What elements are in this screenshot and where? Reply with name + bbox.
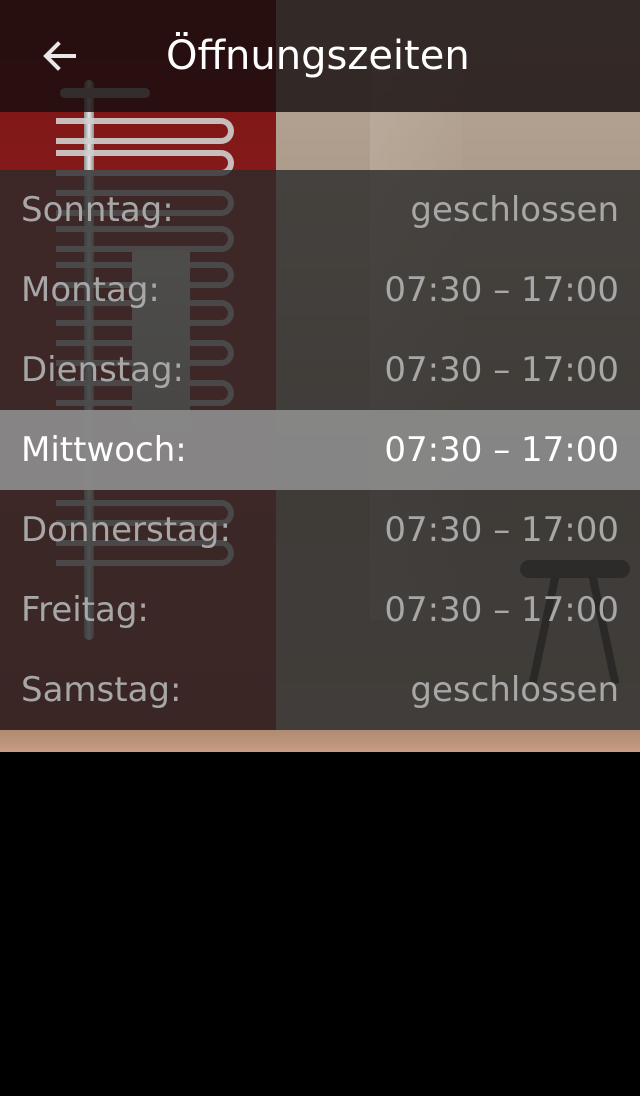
hours-row-wednesday: Mittwoch: 07:30 – 17:00 — [0, 410, 640, 490]
hours-row-friday: Freitag: 07:30 – 17:00 — [0, 570, 640, 650]
hours-row-monday: Montag: 07:30 – 17:00 — [0, 250, 640, 330]
hours-value: 07:30 – 17:00 — [384, 430, 619, 470]
hours-value: 07:30 – 17:00 — [384, 590, 619, 630]
day-label: Sonntag: — [21, 190, 174, 230]
hours-row-thursday: Donnerstag: 07:30 – 17:00 — [0, 490, 640, 570]
towel-rail-loop — [56, 118, 234, 144]
hours-value: 07:30 – 17:00 — [384, 350, 619, 390]
opening-hours-list: Sonntag: geschlossen Montag: 07:30 – 17:… — [0, 170, 640, 730]
day-label: Freitag: — [21, 590, 149, 630]
hours-value: geschlossen — [410, 670, 619, 710]
hours-value: 07:30 – 17:00 — [384, 270, 619, 310]
day-label: Dienstag: — [21, 350, 185, 390]
opening-hours-screen: Öffnungszeiten Sonntag: geschlossen Mont… — [0, 0, 640, 1096]
day-label: Mittwoch: — [21, 430, 187, 470]
hours-row-tuesday: Dienstag: 07:30 – 17:00 — [0, 330, 640, 410]
day-label: Montag: — [21, 270, 160, 310]
day-label: Donnerstag: — [21, 510, 231, 550]
hours-row-sunday: Sonntag: geschlossen — [0, 170, 640, 250]
empty-area — [0, 752, 640, 1096]
hours-row-saturday: Samstag: geschlossen — [0, 650, 640, 730]
arrow-left-icon — [40, 36, 80, 76]
hours-value: geschlossen — [410, 190, 619, 230]
hours-value: 07:30 – 17:00 — [384, 510, 619, 550]
day-label: Samstag: — [21, 670, 182, 710]
background-floor — [0, 730, 640, 752]
back-button[interactable] — [20, 16, 100, 96]
page-title: Öffnungszeiten — [166, 33, 470, 79]
app-bar: Öffnungszeiten — [0, 0, 640, 112]
